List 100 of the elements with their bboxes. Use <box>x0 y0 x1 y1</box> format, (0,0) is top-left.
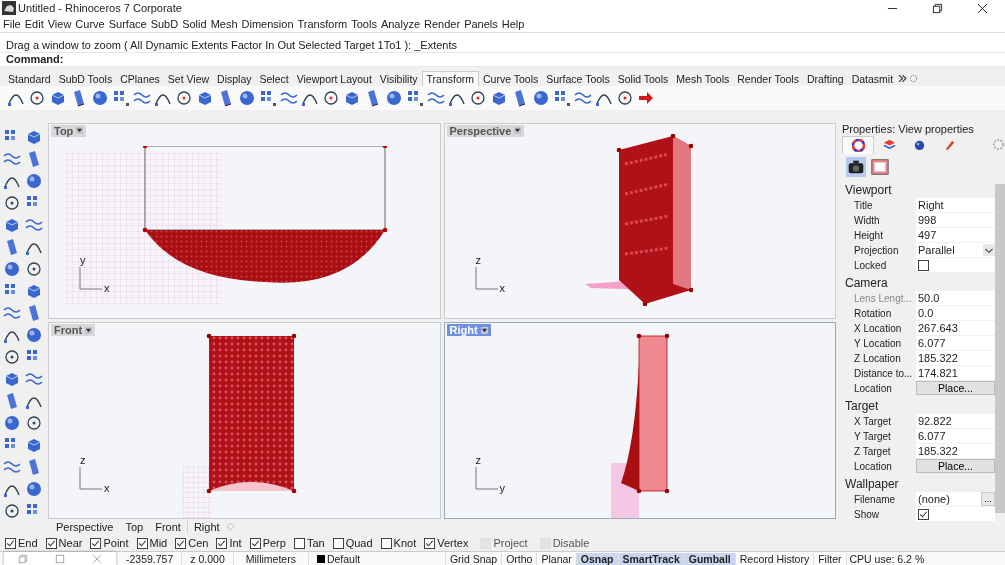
menu-item[interactable]: Render <box>424 18 461 31</box>
toolbar-tab[interactable]: Render Tools <box>733 72 803 87</box>
toolbar-tab[interactable]: Select <box>255 72 293 87</box>
status-toggle[interactable]: Grid Snap <box>445 552 503 565</box>
toolbar-tab[interactable]: Transform <box>421 71 479 87</box>
toolbar-tab[interactable]: CPlanes <box>116 72 164 87</box>
value-field[interactable]: 6.077 <box>916 336 995 351</box>
status-toggle[interactable]: Filter <box>814 552 847 565</box>
toolbar-tab[interactable]: Standard <box>4 72 55 87</box>
osnap-checkbox[interactable]: Mid <box>136 537 168 550</box>
property-label: Width <box>853 214 881 226</box>
chevrons-icon[interactable] <box>898 74 908 84</box>
osnap-checkbox[interactable]: Tan <box>293 537 325 550</box>
menu-item[interactable]: Panels <box>464 18 498 31</box>
checkbox[interactable] <box>918 508 929 520</box>
viewport-tab[interactable]: Front <box>149 520 187 533</box>
place-button[interactable]: Place... <box>916 459 995 474</box>
value-field[interactable]: 998 <box>916 213 995 228</box>
osnap-checkbox[interactable]: Vertex <box>424 537 469 550</box>
value-field[interactable]: 0.0 <box>916 306 995 321</box>
status-toggle[interactable]: Osnap <box>576 552 619 565</box>
checkbox[interactable] <box>918 259 929 271</box>
camera-icon[interactable] <box>846 156 866 177</box>
property-label: Filename <box>853 493 897 505</box>
property-label: Location <box>853 382 893 394</box>
layer-name[interactable]: Default <box>326 552 361 565</box>
toolbar-tab[interactable]: Solid Tools <box>613 72 673 87</box>
toolbar-tab[interactable]: Mesh Tools <box>672 72 734 87</box>
toolbar-tab[interactable]: Visibility <box>375 72 422 87</box>
osnap-checkbox[interactable]: Int <box>216 537 242 550</box>
checkbox-icon <box>380 537 392 549</box>
viewport-title[interactable]: Top <box>51 124 87 137</box>
caret-icon[interactable] <box>85 326 93 334</box>
viewport-tab[interactable]: Right <box>186 520 226 533</box>
toolbar-tab[interactable]: Set View <box>163 72 214 87</box>
menu-item[interactable]: Edit <box>24 18 44 31</box>
menu-item[interactable]: Tools <box>351 18 377 31</box>
viewport-title[interactable]: Perspective <box>446 124 525 137</box>
menu-item[interactable]: Solid <box>182 18 207 31</box>
viewport-title[interactable]: Front <box>51 324 96 337</box>
menu-item[interactable]: SubD <box>150 18 179 31</box>
close-icon[interactable] <box>977 2 988 14</box>
value-field[interactable]: 185.322 <box>916 444 995 459</box>
status-toggle[interactable]: Record History <box>735 552 815 565</box>
menu-item[interactable]: Analyze <box>380 18 421 31</box>
status-toggle[interactable]: SmartTrack <box>618 552 685 565</box>
menu-item[interactable]: Surface <box>108 18 147 31</box>
toolbar-tab[interactable]: Viewport Layout <box>292 72 376 87</box>
menu-item[interactable]: Help <box>501 18 525 31</box>
projection-dropdown[interactable]: Parallel <box>916 243 995 258</box>
caret-icon[interactable] <box>480 326 488 334</box>
value-field[interactable]: Right <box>916 198 995 213</box>
toolbar-tab[interactable]: Curve Tools <box>479 72 543 87</box>
checkbox-icon <box>136 537 148 549</box>
toolbar-tab[interactable]: Datasmit <box>847 72 898 87</box>
osnap-checkbox[interactable]: End <box>5 537 38 550</box>
caret-icon[interactable] <box>514 127 522 135</box>
restore-icon[interactable] <box>932 2 943 14</box>
menu-item[interactable]: Dimension <box>241 18 294 31</box>
toolbar-tab[interactable]: Surface Tools <box>542 72 614 87</box>
status-toggle[interactable]: Planar <box>537 552 577 565</box>
panel-title: Properties: View properties <box>842 122 975 136</box>
status-toggle[interactable]: Ortho <box>502 552 538 565</box>
osnap-checkbox[interactable]: Cen <box>175 537 209 550</box>
menu-item[interactable]: View <box>47 18 72 31</box>
osnap-checkbox[interactable]: Point <box>90 537 129 550</box>
place-button[interactable]: Place... <box>916 381 995 396</box>
osnap-checkbox[interactable]: Quad <box>332 537 373 550</box>
units[interactable]: Millimeters <box>233 552 309 565</box>
menu-item[interactable]: Transform <box>297 18 348 31</box>
menu-item[interactable]: Curve <box>75 18 105 31</box>
cpu-usage: CPU use: 6.2 % <box>848 552 925 565</box>
layers-icon <box>882 138 896 152</box>
axis-label: x <box>104 481 110 494</box>
property-label: Z Target <box>853 445 892 457</box>
panel-tab[interactable] <box>842 135 874 154</box>
section-heading: Target <box>844 397 880 414</box>
menu-item[interactable]: Mesh <box>210 18 238 31</box>
osnap-checkbox[interactable]: Perp <box>249 537 286 550</box>
value-field[interactable]: (none) <box>916 492 981 507</box>
value-field[interactable]: 6.077 <box>916 429 995 444</box>
value-field[interactable]: 497 <box>916 228 995 243</box>
value-field[interactable]: 185.322 <box>916 351 995 366</box>
viewport-tab[interactable]: Perspective <box>50 520 120 533</box>
value-field[interactable]: 92.822 <box>916 414 995 429</box>
browse-button[interactable]: ... <box>981 492 995 507</box>
value-field[interactable]: 267.643 <box>916 321 995 336</box>
axis-label: x <box>499 282 505 295</box>
viewport-frame-icon[interactable] <box>870 156 890 177</box>
caret-icon[interactable] <box>76 127 84 135</box>
scrollbar[interactable] <box>995 183 1005 513</box>
status-toggle[interactable]: Gumball <box>684 552 736 565</box>
toolbar-tab[interactable]: SubD Tools <box>54 72 117 87</box>
menu-item[interactable]: File <box>3 18 21 31</box>
toolbar-tab[interactable]: Drafting <box>802 72 848 87</box>
viewport-tab[interactable]: Top <box>119 520 150 533</box>
osnap-checkbox[interactable]: Near <box>45 537 83 550</box>
value-field[interactable]: 174.821 <box>916 366 995 381</box>
osnap-checkbox[interactable]: Knot <box>380 537 417 550</box>
toolbar-tab[interactable]: Display <box>213 72 256 87</box>
